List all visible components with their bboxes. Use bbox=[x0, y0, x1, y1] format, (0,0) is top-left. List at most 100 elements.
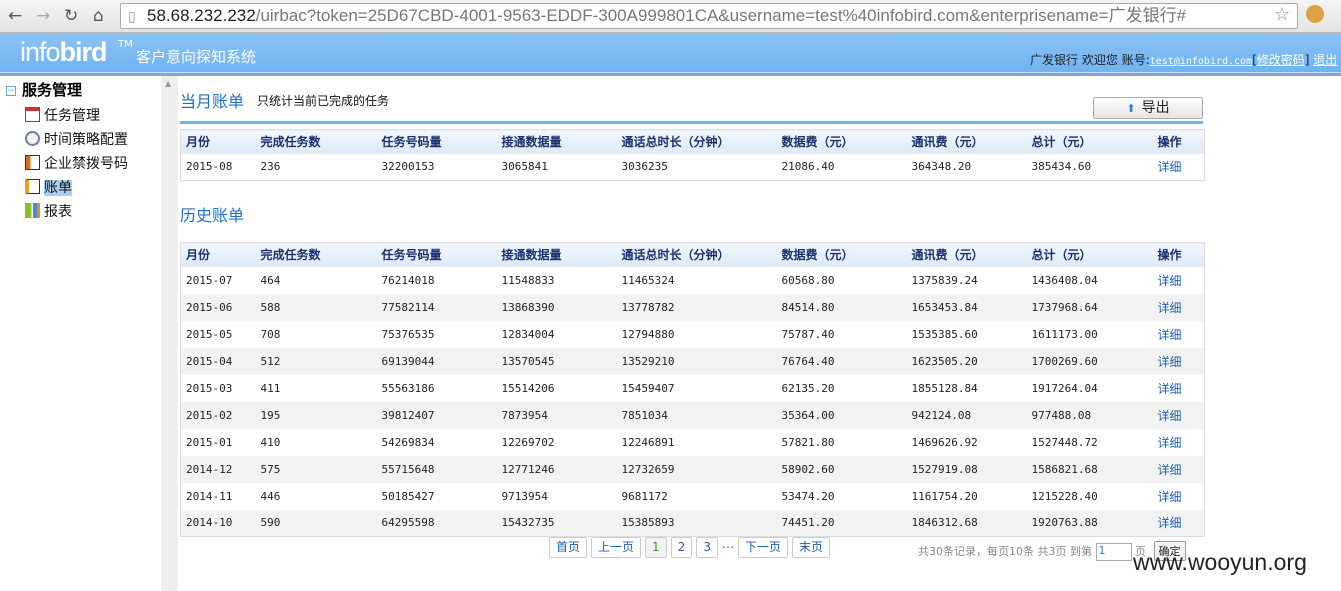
first-page-button[interactable]: 首页 bbox=[549, 537, 588, 558]
table-cell: 75376535 bbox=[381, 327, 435, 341]
collapse-arrow-icon[interactable]: ▲ bbox=[165, 79, 171, 88]
table-cell: 7851034 bbox=[616, 401, 777, 429]
table-cell: 58902.60 bbox=[776, 455, 907, 483]
table-cell: 详细 bbox=[1152, 347, 1205, 375]
prev-page-button[interactable]: 上一页 bbox=[591, 537, 642, 558]
table-cell: 15514206 bbox=[501, 381, 555, 395]
back-icon[interactable]: ← bbox=[8, 6, 22, 26]
record-summary: 共30条记录，每页10条 共3页 到第 bbox=[918, 545, 1092, 558]
table-cell: 详细 bbox=[1152, 509, 1205, 537]
detail-link[interactable]: 详细 bbox=[1158, 160, 1182, 174]
detail-link[interactable]: 详细 bbox=[1158, 328, 1182, 342]
logout-link[interactable]: 退出 bbox=[1313, 53, 1337, 67]
account-link[interactable]: test@infobird.com bbox=[1150, 56, 1252, 67]
table-cell: 详细 bbox=[1153, 483, 1205, 510]
bar-chart-icon bbox=[25, 203, 40, 218]
table-cell: 1469626.92 bbox=[911, 435, 978, 449]
table-cell: 708 bbox=[260, 327, 281, 341]
history-bill-title: 历史账单 bbox=[180, 206, 245, 225]
sidebar-item-time-strategy[interactable]: 时间策略配置 bbox=[25, 129, 128, 149]
table-cell: 详细 bbox=[1152, 401, 1205, 429]
history-bill-table: 月份 完成任务数 任务号码量 接通数据量 通话总时长（分钟） 数据费（元） 通讯费（元） 总计… bbox=[180, 242, 1205, 537]
table-cell: 55563186 bbox=[381, 381, 435, 395]
table-cell: 15432735 bbox=[496, 509, 617, 537]
current-bill-table: 月份 完成任务数 任务号码量 接通数据量 通话总时长（分钟） 数据费（元） 通讯费（元） 总计… bbox=[180, 129, 1205, 181]
detail-link[interactable]: 详细 bbox=[1158, 463, 1182, 477]
table-cell: 55715648 bbox=[376, 455, 497, 483]
change-password-link[interactable]: 修改密码 bbox=[1257, 53, 1305, 67]
sidebar-item-report[interactable]: 报表 bbox=[25, 201, 72, 221]
trademark: TM bbox=[118, 39, 133, 50]
reload-icon[interactable]: ↻ bbox=[64, 6, 78, 26]
table-cell: 236 bbox=[260, 160, 281, 174]
table-cell: 13868390 bbox=[496, 293, 617, 321]
next-page-button[interactable]: 下一页 bbox=[737, 537, 788, 558]
table-cell: 410 bbox=[260, 435, 281, 449]
current-bill-title: 当月账单 bbox=[180, 92, 245, 111]
table-cell: 21086.40 bbox=[781, 160, 835, 174]
document-icon bbox=[25, 179, 40, 194]
detail-link[interactable]: 详细 bbox=[1158, 516, 1182, 530]
pagination: 首页 上一页 1 2 3… 下一页 末页 bbox=[549, 537, 834, 559]
table-cell: 39812407 bbox=[376, 401, 497, 429]
table-cell: 69139044 bbox=[376, 347, 497, 375]
forward-icon[interactable]: → bbox=[36, 6, 50, 26]
table-cell: 32200153 bbox=[381, 160, 435, 174]
table-row: 2015-07 464 76214018 11548833 11465324 60568.… bbox=[181, 267, 1205, 294]
column-header: 操作 bbox=[1152, 242, 1205, 267]
extension-cookie-icon[interactable] bbox=[1306, 5, 1324, 23]
detail-link[interactable]: 详细 bbox=[1158, 409, 1182, 423]
page-3-button[interactable]: 3 bbox=[696, 537, 718, 558]
export-button[interactable]: ⬆ 导出 bbox=[1093, 97, 1203, 119]
page-2-button[interactable]: 2 bbox=[670, 537, 693, 558]
column-header: 通讯费（元） bbox=[906, 129, 1027, 154]
pager-ellipsis: … bbox=[721, 537, 734, 551]
detail-link[interactable]: 详细 bbox=[1158, 355, 1182, 369]
detail-link[interactable]: 详细 bbox=[1158, 301, 1182, 315]
sidebar-root-service-management[interactable]: − 服务管理 bbox=[6, 79, 82, 100]
column-header: 接通数据量 bbox=[496, 242, 617, 267]
sidebar-item-blocked-numbers[interactable]: 企业禁拨号码 bbox=[25, 153, 128, 173]
table-cell: 590 bbox=[255, 509, 377, 537]
column-header: 完成任务数 bbox=[255, 242, 377, 267]
sidebar: − 服务管理 任务管理 时间策略配置 企业禁拨号码 账单 报表 bbox=[0, 76, 161, 591]
table-cell: 1436408.04 bbox=[1031, 273, 1098, 287]
column-header: 操作 bbox=[1152, 129, 1205, 154]
detail-link[interactable]: 详细 bbox=[1158, 490, 1182, 504]
column-header: 数据费（元） bbox=[776, 129, 907, 154]
table-cell: 15459407 bbox=[621, 381, 675, 395]
table-cell: 15385893 bbox=[616, 509, 777, 537]
table-cell: 588 bbox=[255, 293, 377, 321]
table-cell: 2015-06 bbox=[180, 293, 256, 321]
detail-link[interactable]: 详细 bbox=[1158, 274, 1182, 288]
table-cell: 74451.20 bbox=[776, 509, 907, 537]
table-cell: 77582114 bbox=[376, 293, 497, 321]
table-cell: 50185427 bbox=[381, 489, 435, 503]
table-cell: 12771246 bbox=[496, 455, 617, 483]
table-row: 2015-04 512 69139044 13570545 13529210 76764.… bbox=[180, 347, 1205, 375]
last-page-button[interactable]: 末页 bbox=[791, 537, 830, 558]
detail-link[interactable]: 详细 bbox=[1158, 436, 1182, 450]
bookmark-star-icon[interactable]: ☆ bbox=[1274, 4, 1290, 25]
table-cell: 1586821.68 bbox=[1026, 455, 1153, 483]
collapse-icon[interactable]: − bbox=[6, 86, 16, 96]
table-cell: 2014-11 bbox=[186, 489, 233, 503]
column-header: 总计（元） bbox=[1026, 242, 1153, 267]
address-bar[interactable]: ▯ 58.68.232.232/uirbac?token=25D67CBD-400… bbox=[120, 3, 1298, 29]
sidebar-item-task-management[interactable]: 任务管理 bbox=[25, 105, 100, 125]
goto-page-input[interactable]: 1 bbox=[1095, 543, 1132, 561]
table-cell: 详细 bbox=[1152, 293, 1205, 321]
account-label: 账号: bbox=[1121, 53, 1150, 67]
browser-toolbar: ← → ↻ ⌂ ▯ 58.68.232.232/uirbac?token=25D6… bbox=[0, 0, 1341, 33]
table-cell: 1920763.88 bbox=[1026, 509, 1153, 537]
detail-link[interactable]: 详细 bbox=[1158, 382, 1182, 396]
page-1-button[interactable]: 1 bbox=[645, 537, 667, 558]
home-icon[interactable]: ⌂ bbox=[93, 6, 104, 26]
table-cell: 1527919.08 bbox=[906, 455, 1027, 483]
sidebar-item-bill[interactable]: 账单 bbox=[25, 177, 72, 197]
table-cell: 60568.80 bbox=[781, 273, 835, 287]
table-cell: 54269834 bbox=[381, 435, 435, 449]
table-cell: 62135.20 bbox=[781, 381, 835, 395]
table-cell: 1215228.40 bbox=[1031, 489, 1098, 503]
sidebar-splitter[interactable]: ▲ bbox=[161, 76, 178, 591]
